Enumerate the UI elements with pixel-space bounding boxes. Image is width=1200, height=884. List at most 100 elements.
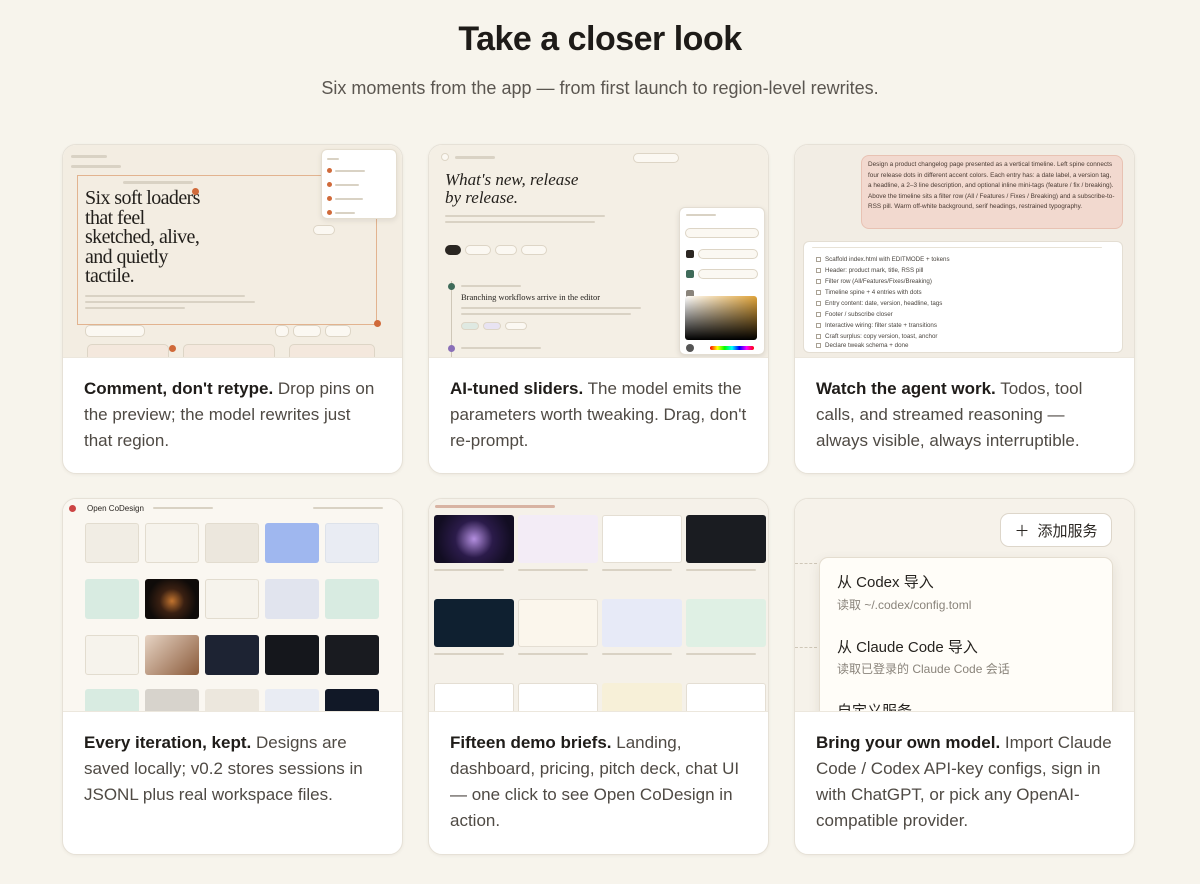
demo-tile[interactable] [518, 683, 598, 711]
chip[interactable] [293, 325, 321, 337]
todo-item[interactable]: Entry content: date, version, headline, … [816, 300, 942, 307]
option-sub: 读取 ~/.codex/config.toml [837, 598, 972, 612]
entry-tag [505, 322, 527, 330]
page-subtitle: Six moments from the app — from first la… [321, 78, 879, 98]
filter-chip[interactable] [521, 245, 547, 255]
card-demos-caption: Fifteen demo briefs. Landing, dashboard,… [429, 712, 768, 834]
design-tile[interactable] [205, 523, 259, 563]
comment-pin-icon[interactable] [169, 345, 176, 352]
todo-item[interactable]: Timeline spine + 4 entries with dots [816, 289, 922, 296]
todo-item[interactable]: Scaffold index.html with EDITMODE + toke… [816, 256, 950, 263]
add-service-button[interactable]: ＋添加服务 [1000, 513, 1112, 547]
entry-text-line [461, 313, 631, 315]
card-title: AI-tuned sliders. [450, 379, 584, 398]
tweak-panel [679, 207, 765, 355]
design-tile[interactable] [325, 635, 379, 675]
todo-item[interactable]: Craft surplus: copy version, toast, anch… [816, 333, 937, 340]
menu-item[interactable] [327, 196, 363, 206]
hue-slider[interactable] [710, 346, 754, 350]
dashed-guide [795, 563, 817, 564]
design-tile[interactable] [205, 689, 259, 711]
preview-text-line [85, 307, 185, 309]
demo-tile[interactable] [686, 599, 766, 647]
import-codex-option[interactable]: 从 Codex 导入 [837, 571, 934, 592]
design-tile[interactable] [85, 635, 139, 675]
filter-chip[interactable] [495, 245, 517, 255]
demo-tile[interactable] [434, 599, 514, 647]
todo-item[interactable]: Declare tweak schema + done [816, 342, 908, 349]
design-tile[interactable] [85, 579, 139, 619]
demo-tile[interactable] [434, 683, 514, 711]
design-tile[interactable] [265, 635, 319, 675]
subscribe-pill[interactable] [633, 153, 679, 163]
todo-item[interactable]: Filter row (All/Features/Fixes/Breaking) [816, 278, 932, 285]
design-tile[interactable] [325, 523, 379, 563]
card-byo-model: ＋添加服务 从 Codex 导入 读取 ~/.codex/config.toml… [794, 498, 1135, 855]
chip[interactable] [325, 325, 351, 337]
card-byo-model-caption: Bring your own model. Import Claude Code… [795, 712, 1134, 834]
card-title: Watch the agent work. [816, 379, 996, 398]
filter-chip[interactable] [465, 245, 491, 255]
design-tile[interactable] [85, 689, 139, 711]
todo-header-line [812, 247, 1102, 248]
design-tile[interactable] [205, 635, 259, 675]
menu-item[interactable] [327, 182, 359, 192]
import-claude-code-option[interactable]: 从 Claude Code 导入 [837, 636, 978, 657]
tile-caption-line [602, 653, 672, 655]
color-field[interactable] [698, 249, 758, 259]
input-chip[interactable] [85, 325, 145, 337]
demo-tile[interactable] [518, 599, 598, 647]
design-tile[interactable] [145, 689, 199, 711]
design-tile[interactable] [145, 523, 199, 563]
tile-caption-line [686, 653, 756, 655]
design-tile[interactable] [265, 579, 319, 619]
card-demos-thumbnail [429, 499, 768, 712]
toolbar-line [71, 155, 107, 158]
demo-tile[interactable] [686, 515, 766, 563]
tile-caption-line [686, 569, 756, 571]
demo-tile[interactable] [602, 599, 682, 647]
design-tile[interactable] [325, 579, 379, 619]
todo-item[interactable]: Header: product mark, title, RSS pill [816, 267, 923, 274]
demo-tile[interactable] [518, 515, 598, 563]
color-field[interactable] [685, 228, 759, 238]
filter-all[interactable] [445, 245, 461, 255]
todo-item[interactable]: Interactive wiring: filter state + trans… [816, 322, 937, 329]
design-tile[interactable] [145, 579, 199, 619]
design-tile[interactable] [205, 579, 259, 619]
color-picker-gradient[interactable] [685, 296, 757, 340]
custom-service-option[interactable]: 自定义服务 [837, 700, 912, 711]
comment-pin-icon[interactable] [374, 320, 381, 327]
card-iterations-caption: Every iteration, kept. Designs are saved… [63, 712, 402, 808]
design-tile[interactable] [85, 523, 139, 563]
demo-tile[interactable] [602, 683, 682, 711]
design-tile[interactable] [265, 689, 319, 711]
menu-item[interactable] [327, 210, 355, 220]
card-comment-caption: Comment, don't retype. Drop pins on the … [63, 358, 402, 454]
design-tile[interactable] [325, 689, 379, 711]
todo-item[interactable]: Footer / subscribe closer [816, 311, 893, 318]
tile-caption-line [518, 569, 588, 571]
demo-tile[interactable] [434, 515, 514, 563]
card-title: Fifteen demo briefs. [450, 733, 612, 752]
eyedropper-icon[interactable] [686, 344, 694, 352]
comment-pin-icon[interactable] [192, 188, 199, 195]
menu-item[interactable] [327, 168, 365, 178]
chip[interactable] [275, 325, 289, 337]
color-field[interactable] [698, 269, 758, 279]
card-agent: Design a product changelog page presente… [794, 144, 1135, 474]
preview-text-line [85, 295, 245, 297]
panel-title-line [686, 214, 716, 216]
preview-hero: What's new, release by release. [445, 170, 579, 207]
loader-card [289, 344, 375, 357]
card-byo-model-thumbnail: ＋添加服务 从 Codex 导入 读取 ~/.codex/config.toml… [795, 499, 1134, 712]
design-tile[interactable] [145, 635, 199, 675]
demo-tile[interactable] [686, 683, 766, 711]
swatch[interactable] [686, 250, 694, 258]
card-title: Comment, don't retype. [84, 379, 274, 398]
swatch[interactable] [686, 270, 694, 278]
demo-tile[interactable] [602, 515, 682, 563]
plus-icon: ＋ [1014, 522, 1030, 540]
entry-tag [461, 322, 479, 330]
design-tile[interactable] [265, 523, 319, 563]
